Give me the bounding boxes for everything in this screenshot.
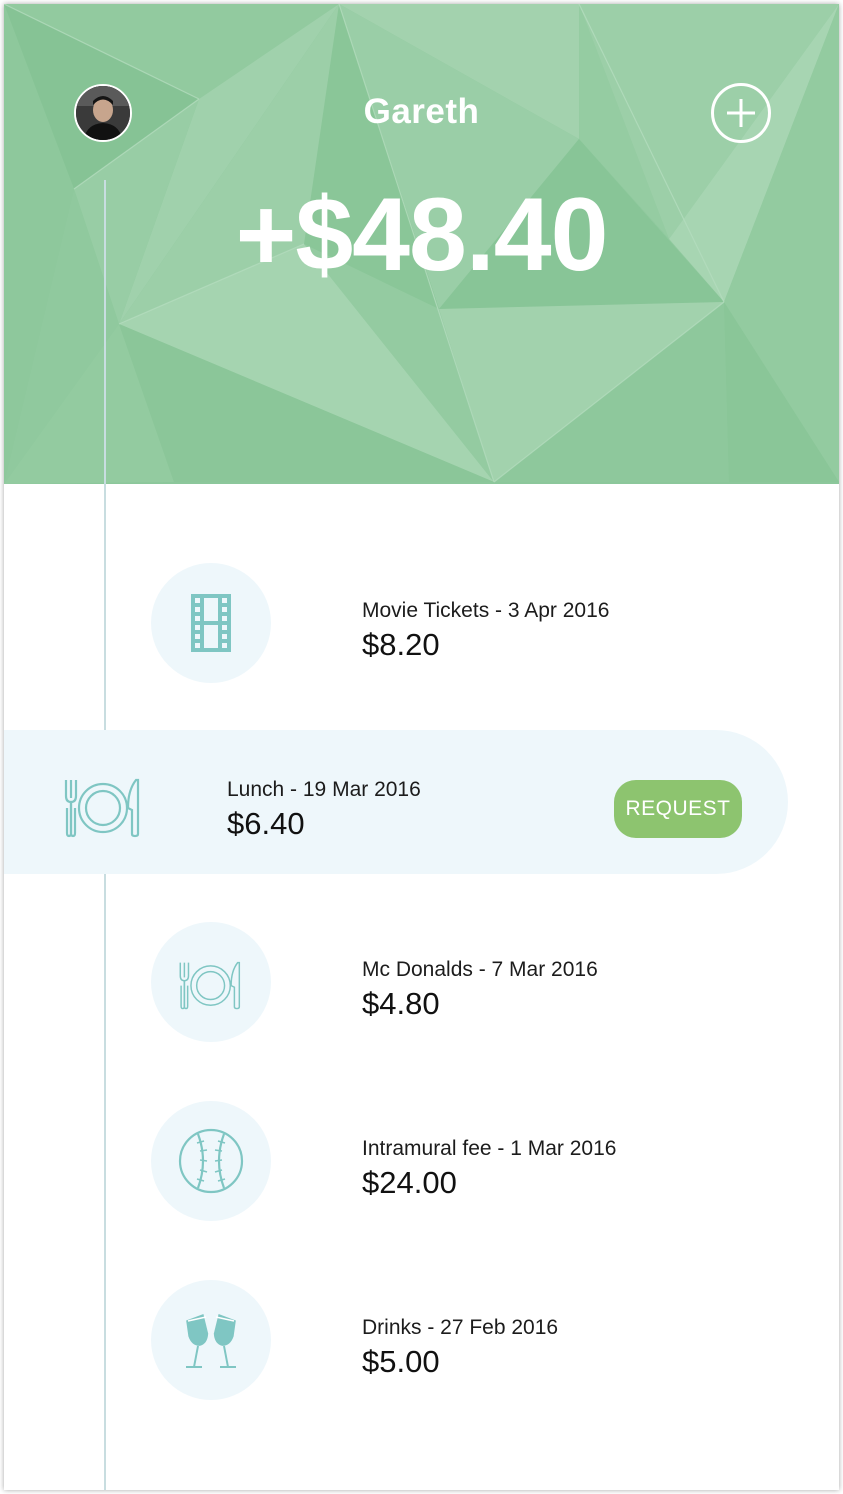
transaction-row[interactable]: Drinks - 27 Feb 2016 $5.00 — [4, 1280, 839, 1400]
transaction-title: Movie Tickets - 3 Apr 2016 — [362, 599, 610, 622]
transaction-icon-circle — [151, 1280, 271, 1400]
transaction-title: Lunch - 19 Mar 2016 — [227, 778, 421, 801]
transaction-amount: $4.80 — [362, 986, 440, 1021]
champagne-glasses-icon — [186, 1314, 236, 1368]
transaction-title: Drinks - 27 Feb 2016 — [362, 1316, 559, 1339]
transaction-row[interactable]: Mc Donalds - 7 Mar 2016 $4.80 — [4, 922, 839, 1042]
profile-header: Gareth +$48.40 — [4, 4, 839, 484]
transaction-icon-circle — [151, 922, 271, 1042]
baseball-icon — [178, 1128, 244, 1194]
film-strip-icon — [191, 594, 231, 652]
plate-cutlery-icon — [64, 778, 140, 838]
transaction-icon-circle — [151, 563, 271, 683]
transaction-amount: $24.00 — [362, 1165, 457, 1200]
plate-cutlery-icon — [179, 961, 241, 1010]
transaction-icon-circle — [151, 1101, 271, 1221]
transaction-row[interactable]: Intramural fee - 1 Mar 2016 $24.00 — [4, 1101, 839, 1221]
transaction-title: Mc Donalds - 7 Mar 2016 — [362, 958, 598, 981]
transaction-amount: $5.00 — [362, 1344, 440, 1379]
transaction-row[interactable]: Movie Tickets - 3 Apr 2016 $8.20 — [4, 563, 839, 683]
app-screen: Gareth +$48.40 Movie Tickets - 3 Apr 201… — [4, 4, 839, 1490]
request-button[interactable]: REQUEST — [614, 780, 742, 838]
transaction-amount: $6.40 — [227, 806, 305, 841]
transaction-row-selected[interactable]: Lunch - 19 Mar 2016 $6.40 REQUEST — [4, 730, 788, 874]
transaction-title: Intramural fee - 1 Mar 2016 — [362, 1137, 617, 1160]
balance-amount: +$48.40 — [235, 177, 609, 293]
add-button[interactable] — [710, 82, 772, 144]
transaction-amount: $8.20 — [362, 627, 440, 662]
plus-circle-icon — [711, 83, 771, 143]
